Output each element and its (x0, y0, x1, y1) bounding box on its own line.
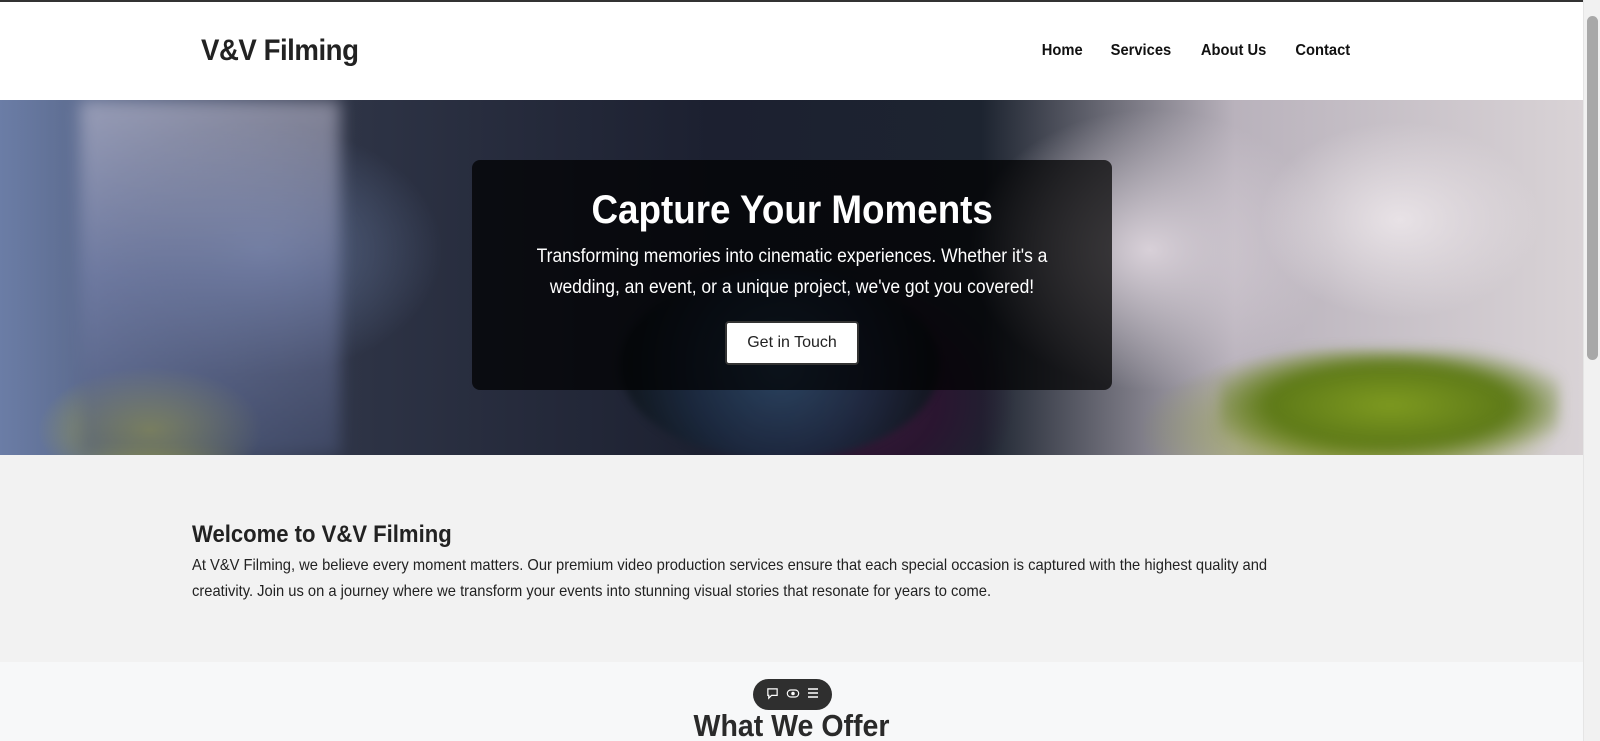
main-nav: Home Services About Us Contact (1040, 42, 1353, 60)
page: V&V Filming Home Services About Us Conta… (0, 0, 1583, 741)
eye-icon[interactable] (786, 687, 800, 703)
nav-about-us[interactable]: About Us (1201, 42, 1266, 60)
hero-card: Capture Your Moments Transforming memori… (472, 160, 1112, 390)
hero-section: Capture Your Moments Transforming memori… (0, 100, 1583, 455)
vertical-scrollbar[interactable] (1583, 0, 1600, 741)
get-in-touch-button[interactable]: Get in Touch (725, 321, 859, 365)
site-header: V&V Filming Home Services About Us Conta… (0, 2, 1583, 100)
comment-icon[interactable] (766, 687, 779, 703)
hero-foliage (1220, 350, 1560, 455)
nav-home[interactable]: Home (1042, 42, 1083, 60)
hero-background-image (80, 100, 340, 455)
menu-icon[interactable] (807, 687, 819, 702)
scrollbar-thumb[interactable] (1587, 16, 1598, 360)
welcome-text: At V&V Filming, we believe every moment … (192, 557, 1268, 600)
welcome-section: Welcome to V&V Filming At V&V Filming, w… (0, 455, 1583, 662)
nav-contact[interactable]: Contact (1296, 42, 1351, 60)
nav-services[interactable]: Services (1111, 42, 1172, 60)
hero-title: Capture Your Moments (591, 188, 993, 232)
welcome-heading: Welcome to V&V Filming (192, 521, 452, 548)
floating-toolbar (753, 679, 832, 710)
site-logo[interactable]: V&V Filming (201, 34, 359, 68)
hero-subtitle: Transforming memories into cinematic exp… (536, 246, 1048, 298)
offer-heading: What We Offer (693, 708, 890, 741)
